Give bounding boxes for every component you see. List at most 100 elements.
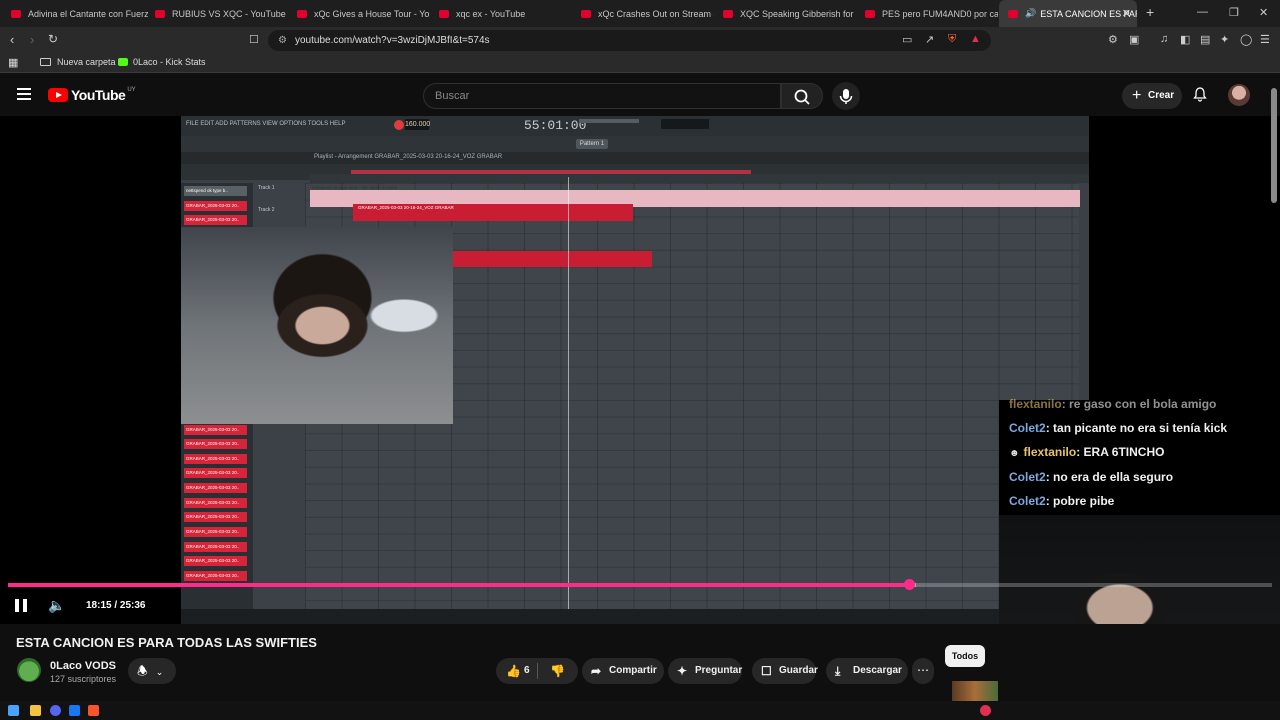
daw-track-label: GRABAR_2025-03-03 20..: [184, 527, 247, 537]
tab-label: XQC Speaking Gibberish for 3: [740, 8, 856, 19]
share-button[interactable]: ➦ Compartir: [582, 658, 664, 684]
wallet-icon[interactable]: ▤: [1200, 33, 1210, 46]
country-code: UY: [127, 87, 136, 93]
daw-playlist-toolbar: Playlist - Arrangement GRABAR_2025-03-03…: [181, 152, 1089, 164]
browser-tab-active[interactable]: 🔊 ESTA CANCION ES PAR ✕: [999, 0, 1137, 27]
pattern-selector: Pattern 1: [576, 139, 608, 149]
file-explorer-icon[interactable]: [30, 705, 41, 716]
forward-icon[interactable]: ›: [30, 32, 34, 47]
chevron-down-icon: ⌄: [155, 667, 164, 677]
start-icon[interactable]: [8, 705, 19, 716]
tab-label: RUBIUS VS XQC - YouTube: [172, 8, 286, 19]
music-icon[interactable]: ♫: [1160, 33, 1168, 45]
channel-name[interactable]: 0Laco VODS: [50, 660, 116, 672]
page-scrollbar[interactable]: [1271, 88, 1277, 203]
brave-shield-icon[interactable]: ⛨: [948, 33, 956, 46]
cpu-meter: [661, 119, 709, 129]
brave-icon[interactable]: [88, 705, 99, 716]
os-taskbar: [0, 701, 1280, 720]
seek-bar[interactable]: [8, 579, 1272, 590]
daw-menu-bar: FILE EDIT ADD PATTERNS VIEW OPTIONS TOOL…: [181, 116, 1089, 136]
notifications-bell-icon[interactable]: [1193, 87, 1207, 102]
facebook-icon[interactable]: [69, 705, 80, 716]
extensions-icon[interactable]: ⚙: [1108, 33, 1118, 46]
daw-tempo: 160.000: [405, 119, 431, 130]
sidebar-icon[interactable]: ◧: [1180, 33, 1190, 46]
chat-message: ☻ flextanilo: ERA 6TINCHO: [1009, 445, 1164, 459]
daw-track-label: nettspend ok type b..: [184, 186, 247, 196]
pause-icon[interactable]: [15, 599, 27, 612]
browser-tab[interactable]: xQc Crashes Out on Stream als: [572, 0, 714, 27]
bookmarks-bar: ▦ Nueva carpeta 0Laco - Kick Stats: [0, 53, 1280, 73]
audio-playing-icon[interactable]: 🔊: [1025, 8, 1036, 19]
share-icon[interactable]: ↗: [925, 33, 934, 46]
recommended-thumbnail[interactable]: [952, 681, 998, 701]
bookmark-item[interactable]: 0Laco - Kick Stats: [118, 57, 206, 67]
ask-button[interactable]: ✦ Preguntar: [668, 658, 742, 684]
tab-label: xQc Crashes Out on Stream als: [598, 8, 714, 19]
daw-menu-text: FILE EDIT ADD PATTERNS VIEW OPTIONS TOOL…: [186, 121, 346, 127]
volume-icon[interactable]: 🔈: [48, 597, 65, 614]
account-avatar[interactable]: [1228, 84, 1250, 106]
browser-tab[interactable]: xqc ex - YouTube: [430, 0, 572, 27]
channel-avatar[interactable]: [17, 658, 41, 682]
save-button[interactable]: ☐ Guardar: [752, 658, 818, 684]
like-icon[interactable]: 👍: [506, 658, 521, 684]
daw-track-label: GRABAR_2025-03-03 20..: [184, 201, 247, 211]
brave-rewards-icon[interactable]: ▲: [970, 33, 981, 45]
chat-text: : tan picante no era si tenía kick: [1045, 421, 1228, 435]
tab-label: xqc ex - YouTube: [456, 8, 526, 19]
reload-icon[interactable]: ↻: [48, 32, 58, 46]
daw-hint-bar: Pattern 1: [181, 136, 1089, 152]
microphone-icon: [839, 89, 853, 104]
plus-icon: +: [1132, 87, 1142, 104]
apps-grid-icon[interactable]: ▦: [8, 56, 18, 69]
back-icon[interactable]: ‹: [10, 32, 14, 47]
chat-username: Colet2: [1009, 421, 1046, 435]
cast-icon[interactable]: ▭: [902, 33, 912, 46]
browser-tab[interactable]: xQc Gives a House Tour - YouT: [288, 0, 430, 27]
youtube-masthead: YouTube UY Buscar + Crear: [0, 74, 1280, 116]
download-button[interactable]: ⤓ Descargar: [826, 658, 908, 684]
restore-icon[interactable]: ❐: [1229, 6, 1239, 19]
leo-ai-icon[interactable]: ✦: [1220, 33, 1229, 46]
youtube-favicon-icon: [439, 9, 449, 18]
subscription-bell-button[interactable]: 🕭 ⌄: [128, 658, 176, 684]
guide-menu-icon[interactable]: [17, 88, 31, 100]
bookmark-icon[interactable]: ☐: [249, 33, 259, 46]
new-tab-button[interactable]: +: [1146, 4, 1154, 20]
search-button[interactable]: [781, 83, 823, 109]
vpn-icon[interactable]: ◯: [1240, 33, 1252, 46]
voice-search-button[interactable]: [832, 82, 860, 110]
dislike-icon[interactable]: 👎: [550, 658, 565, 684]
youtube-favicon-icon: [155, 9, 165, 18]
browser-tab[interactable]: XQC Speaking Gibberish for 3: [714, 0, 856, 27]
played-bar: [8, 583, 910, 587]
discord-icon[interactable]: [50, 705, 61, 716]
browser-tab[interactable]: PES pero FUM4AND0 por cada: [856, 0, 998, 27]
bookmark-item[interactable]: Nueva carpeta: [40, 57, 116, 67]
minimize-icon[interactable]: —: [1197, 6, 1208, 18]
menu-icon[interactable]: ☰: [1260, 33, 1270, 46]
close-tab-icon[interactable]: ✕: [1122, 7, 1131, 20]
youtube-favicon-icon: [723, 9, 733, 18]
filter-chip-all[interactable]: Todos: [945, 645, 985, 667]
chat-text: : pobre pibe: [1045, 494, 1115, 508]
tray-record-icon[interactable]: [980, 705, 991, 716]
bell-icon: 🕭: [137, 664, 148, 678]
create-button[interactable]: + Crear: [1122, 83, 1182, 109]
daw-track-label: GRABAR_2025-03-03 20..: [184, 439, 247, 449]
site-info-icon[interactable]: ⚙: [278, 30, 287, 51]
search-input[interactable]: Buscar: [423, 83, 781, 109]
daw-track-label: GRABAR_2025-03-03 20..: [184, 571, 247, 581]
address-bar[interactable]: ⚙ youtube.com/watch?v=3wziDjMJBfI&t=574s: [268, 30, 991, 51]
close-window-icon[interactable]: ✕: [1259, 6, 1268, 19]
video-player[interactable]: FILE EDIT ADD PATTERNS VIEW OPTIONS TOOL…: [0, 116, 1280, 624]
automation-clip: [452, 251, 652, 267]
chat-badge-icon: ☻: [1009, 448, 1020, 459]
browser-tab[interactable]: Adivina el Cantante con Fuerza: [2, 0, 148, 27]
youtube-logo[interactable]: YouTube UY: [48, 87, 136, 103]
more-actions-button[interactable]: ⋯: [912, 658, 934, 684]
screenshot-icon[interactable]: ▣: [1129, 33, 1139, 46]
browser-tab[interactable]: RUBIUS VS XQC - YouTube: [146, 0, 288, 27]
